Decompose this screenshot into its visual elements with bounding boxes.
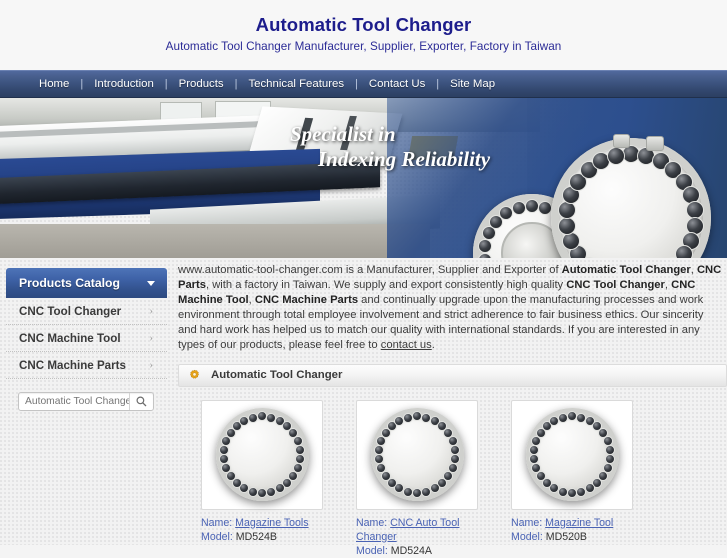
tool-socket bbox=[557, 486, 568, 497]
nav-separator: | bbox=[80, 78, 84, 90]
product-name-link[interactable]: Magazine Tool bbox=[545, 517, 613, 529]
product-name-label: Name: bbox=[201, 516, 233, 529]
product-name-label: Name: bbox=[511, 516, 543, 529]
sidebar-item-label: CNC Machine Tool bbox=[19, 331, 121, 345]
tool-socket bbox=[266, 486, 277, 497]
product-card[interactable]: Name: CNC Auto Tool Changer Model: MD524… bbox=[356, 399, 478, 558]
tool-socket bbox=[525, 198, 539, 213]
tool-socket bbox=[402, 486, 413, 497]
sidebar-item-cnc-machine-tool[interactable]: CNC Machine Tool › bbox=[6, 325, 167, 352]
sidebar-search bbox=[6, 392, 167, 411]
tool-socket bbox=[429, 483, 440, 494]
nav-item-technical-features[interactable]: Technical Features bbox=[239, 78, 353, 90]
page-title: Automatic Tool Changer bbox=[255, 14, 472, 35]
tool-socket bbox=[584, 483, 595, 494]
tool-socket bbox=[421, 486, 432, 497]
tool-magazine-disc-image bbox=[525, 408, 619, 502]
tagline-line-2: Indexing Reliability bbox=[318, 147, 491, 171]
product-meta: Name: CNC Auto Tool Changer Model: MD524… bbox=[356, 516, 478, 558]
product-model-value: MD524B bbox=[235, 530, 277, 543]
product-model-value: MD520B bbox=[545, 530, 587, 543]
chevron-down-icon bbox=[147, 280, 155, 286]
tool-socket bbox=[567, 487, 577, 498]
content-area: Products Catalog CNC Tool Changer › CNC … bbox=[0, 258, 727, 557]
nav-separator: | bbox=[164, 78, 168, 90]
tool-socket bbox=[402, 412, 413, 423]
tool-magazine-disc-image bbox=[370, 408, 464, 502]
products-catalog-title: Products Catalog bbox=[19, 276, 120, 290]
tool-socket bbox=[247, 412, 258, 423]
tool-socket bbox=[412, 487, 422, 498]
search-icon bbox=[136, 396, 147, 407]
product-model-label: Model: bbox=[201, 530, 233, 543]
nav-item-home[interactable]: Home bbox=[30, 78, 78, 90]
tool-socket bbox=[674, 245, 693, 258]
sidebar-item-label: CNC Tool Changer bbox=[19, 304, 122, 318]
product-model-label: Model: bbox=[356, 544, 388, 557]
main-navigation: Home | Introduction | Products | Technic… bbox=[0, 70, 727, 98]
intro-text-3: , with a factory in Taiwan. We supply an… bbox=[206, 279, 567, 292]
tool-socket bbox=[576, 486, 587, 497]
product-grid: Name: Magazine Tools Model: MD524B Name:… bbox=[178, 399, 727, 558]
chevron-right-icon: › bbox=[149, 359, 153, 371]
sidebar-item-cnc-machine-parts[interactable]: CNC Machine Parts › bbox=[6, 352, 167, 379]
tool-socket bbox=[557, 412, 568, 423]
product-model-label: Model: bbox=[511, 530, 543, 543]
nav-item-introduction[interactable]: Introduction bbox=[85, 78, 163, 90]
intro-bold-automatic-tool-changer: Automatic Tool Changer bbox=[561, 264, 691, 276]
intro-text-1: www.automatic-tool-changer.com is a Manu… bbox=[178, 264, 562, 276]
hero-banner: Specialist in Indexing Reliability bbox=[0, 98, 727, 258]
main-column: www.automatic-tool-changer.com is a Manu… bbox=[178, 263, 727, 558]
product-thumbnail[interactable] bbox=[511, 399, 633, 510]
search-input[interactable] bbox=[19, 396, 129, 407]
nav-item-contact-us[interactable]: Contact Us bbox=[360, 78, 434, 90]
tool-socket bbox=[257, 487, 267, 498]
sidebar: Products Catalog CNC Tool Changer › CNC … bbox=[6, 268, 167, 411]
sidebar-item-label: CNC Machine Parts bbox=[19, 358, 126, 372]
nav-item-site-map[interactable]: Site Map bbox=[441, 78, 504, 90]
product-name-label: Name: bbox=[356, 516, 388, 529]
section-title: Automatic Tool Changer bbox=[211, 369, 343, 382]
product-meta: Name: Magazine Tools Model: MD524B bbox=[201, 516, 323, 544]
site-header: Automatic Tool Changer Automatic Tool Ch… bbox=[0, 0, 727, 70]
intro-paragraph: www.automatic-tool-changer.com is a Manu… bbox=[178, 263, 727, 354]
product-meta: Name: Magazine Tool Model: MD520B bbox=[511, 516, 633, 544]
banner-tagline: Specialist in Indexing Reliability bbox=[0, 122, 727, 172]
nav-separator: | bbox=[234, 78, 238, 90]
product-thumbnail[interactable] bbox=[201, 399, 323, 510]
nav-separator: | bbox=[355, 78, 358, 90]
intro-text-7: . bbox=[431, 339, 435, 352]
search-box[interactable] bbox=[18, 392, 154, 411]
chevron-right-icon: › bbox=[149, 305, 153, 317]
tool-socket bbox=[274, 483, 285, 494]
tagline-line-1: Specialist in bbox=[290, 122, 396, 146]
intro-bold-cnc-tool-changer: CNC Tool Changer bbox=[566, 279, 665, 292]
chevron-right-icon: › bbox=[149, 332, 153, 344]
nav-item-products[interactable]: Products bbox=[170, 78, 233, 90]
product-card[interactable]: Name: Magazine Tool Model: MD520B bbox=[511, 399, 633, 558]
tool-socket bbox=[247, 486, 258, 497]
search-button[interactable] bbox=[129, 393, 153, 410]
product-thumbnail[interactable] bbox=[356, 399, 478, 510]
tool-magazine-disc-image bbox=[215, 408, 309, 502]
nav-separator: | bbox=[436, 78, 440, 90]
product-name-link[interactable]: Magazine Tools bbox=[235, 517, 308, 529]
sidebar-item-cnc-tool-changer[interactable]: CNC Tool Changer › bbox=[6, 298, 167, 325]
gear-icon bbox=[188, 369, 201, 382]
section-header: Automatic Tool Changer bbox=[178, 363, 727, 387]
intro-bold-cnc-machine-parts: CNC Machine Parts bbox=[254, 294, 359, 307]
products-catalog-header[interactable]: Products Catalog bbox=[6, 268, 167, 298]
product-model-value: MD524A bbox=[390, 544, 432, 557]
site-subtitle: Automatic Tool Changer Manufacturer, Sup… bbox=[165, 40, 562, 53]
product-card[interactable]: Name: Magazine Tools Model: MD524B bbox=[201, 399, 323, 558]
contact-us-link[interactable]: contact us bbox=[381, 339, 432, 351]
tool-socket bbox=[511, 200, 526, 215]
